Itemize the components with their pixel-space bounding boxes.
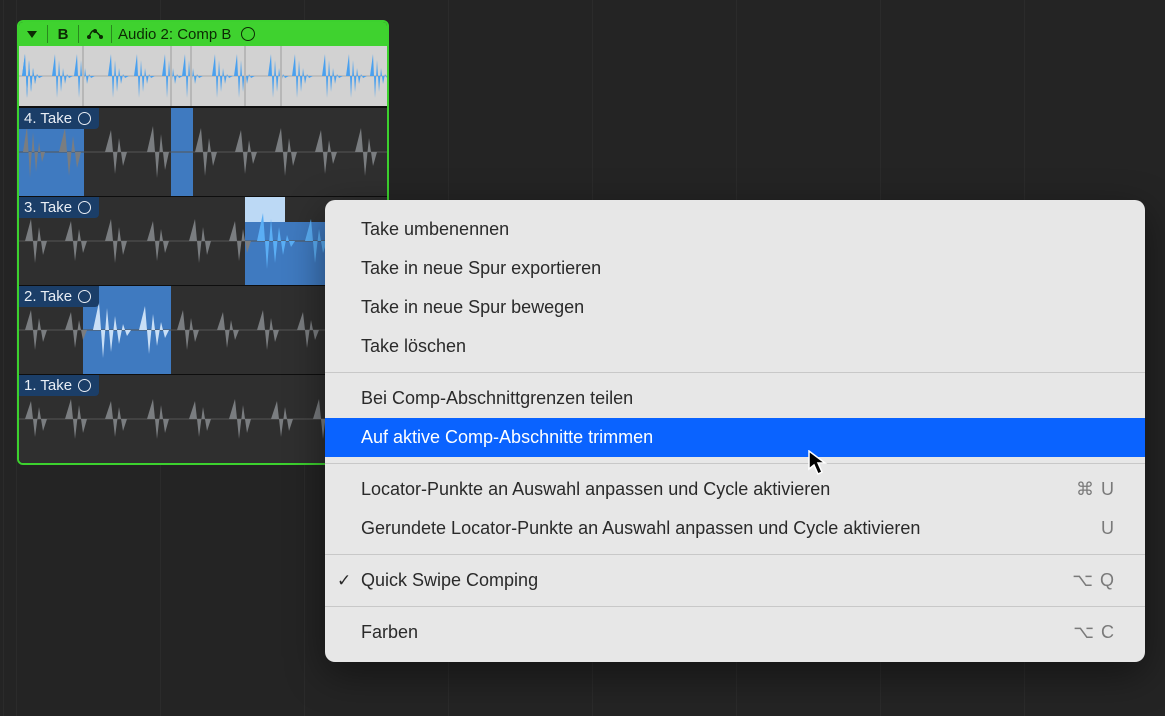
- quick-swipe-comp-icon[interactable]: [85, 25, 105, 43]
- take-label-text: 3. Take: [24, 199, 72, 216]
- menu-item-label: Gerundete Locator-Punkte an Auswahl anpa…: [361, 518, 920, 539]
- take-label[interactable]: 2. Take: [19, 286, 99, 307]
- menu-item-label: Take löschen: [361, 336, 466, 357]
- menu-item-delete-take[interactable]: Take löschen: [325, 327, 1145, 366]
- comp-letter[interactable]: B: [54, 25, 72, 43]
- take-label-text: 2. Take: [24, 288, 72, 305]
- loop-indicator-icon: [78, 201, 91, 214]
- menu-separator: [325, 463, 1145, 464]
- menu-shortcut: ⌥ Q: [1072, 570, 1115, 591]
- menu-item-label: Quick Swipe Comping: [361, 570, 538, 591]
- menu-item-export-take[interactable]: Take in neue Spur exportieren: [325, 249, 1145, 288]
- menu-item-trim-comp[interactable]: Auf aktive Comp-Abschnitte trimmen: [325, 418, 1145, 457]
- menu-shortcut: ⌥ C: [1073, 622, 1115, 643]
- comp-lane[interactable]: [19, 46, 387, 107]
- menu-item-colors[interactable]: Farben ⌥ C: [325, 613, 1145, 652]
- loop-indicator-icon: [78, 112, 91, 125]
- loop-indicator-icon[interactable]: [241, 27, 255, 41]
- take-lane-4[interactable]: 4. Take: [19, 107, 387, 196]
- menu-item-set-locators[interactable]: Locator-Punkte an Auswahl anpassen und C…: [325, 470, 1145, 509]
- menu-item-move-take[interactable]: Take in neue Spur bewegen: [325, 288, 1145, 327]
- checkmark-icon: ✓: [337, 571, 351, 591]
- menu-item-label: Bei Comp-Abschnittgrenzen teilen: [361, 388, 633, 409]
- loop-indicator-icon: [78, 290, 91, 303]
- loop-indicator-icon: [78, 379, 91, 392]
- take-label[interactable]: 3. Take: [19, 197, 99, 218]
- menu-separator: [325, 554, 1145, 555]
- take-folder-header[interactable]: B Audio 2: Comp B: [19, 22, 387, 46]
- menu-item-label: Auf aktive Comp-Abschnitte trimmen: [361, 427, 653, 448]
- take-label-text: 1. Take: [24, 377, 72, 394]
- header-separator: [111, 25, 112, 43]
- menu-item-label: Take in neue Spur bewegen: [361, 297, 584, 318]
- context-menu: Take umbenennen Take in neue Spur export…: [325, 200, 1145, 662]
- menu-item-rename-take[interactable]: Take umbenennen: [325, 210, 1145, 249]
- take-label[interactable]: 1. Take: [19, 375, 99, 396]
- menu-item-label: Take umbenennen: [361, 219, 509, 240]
- menu-item-split-comp[interactable]: Bei Comp-Abschnittgrenzen teilen: [325, 379, 1145, 418]
- menu-item-label: Locator-Punkte an Auswahl anpassen und C…: [361, 479, 830, 500]
- region-title: Audio 2: Comp B: [118, 26, 231, 43]
- comp-selection[interactable]: [171, 108, 193, 196]
- menu-item-quick-swipe[interactable]: ✓ Quick Swipe Comping ⌥ Q: [325, 561, 1145, 600]
- take-label[interactable]: 4. Take: [19, 108, 99, 129]
- menu-separator: [325, 606, 1145, 607]
- disclosure-triangle-icon[interactable]: [23, 25, 41, 43]
- menu-shortcut: U: [1101, 518, 1115, 539]
- menu-shortcut: ⌘ U: [1076, 479, 1115, 500]
- comp-selection[interactable]: [245, 222, 327, 285]
- header-separator: [47, 25, 48, 43]
- menu-item-label: Take in neue Spur exportieren: [361, 258, 601, 279]
- menu-item-set-rounded-locators[interactable]: Gerundete Locator-Punkte an Auswahl anpa…: [325, 509, 1145, 548]
- take-label-text: 4. Take: [24, 110, 72, 127]
- header-separator: [78, 25, 79, 43]
- menu-separator: [325, 372, 1145, 373]
- menu-item-label: Farben: [361, 622, 418, 643]
